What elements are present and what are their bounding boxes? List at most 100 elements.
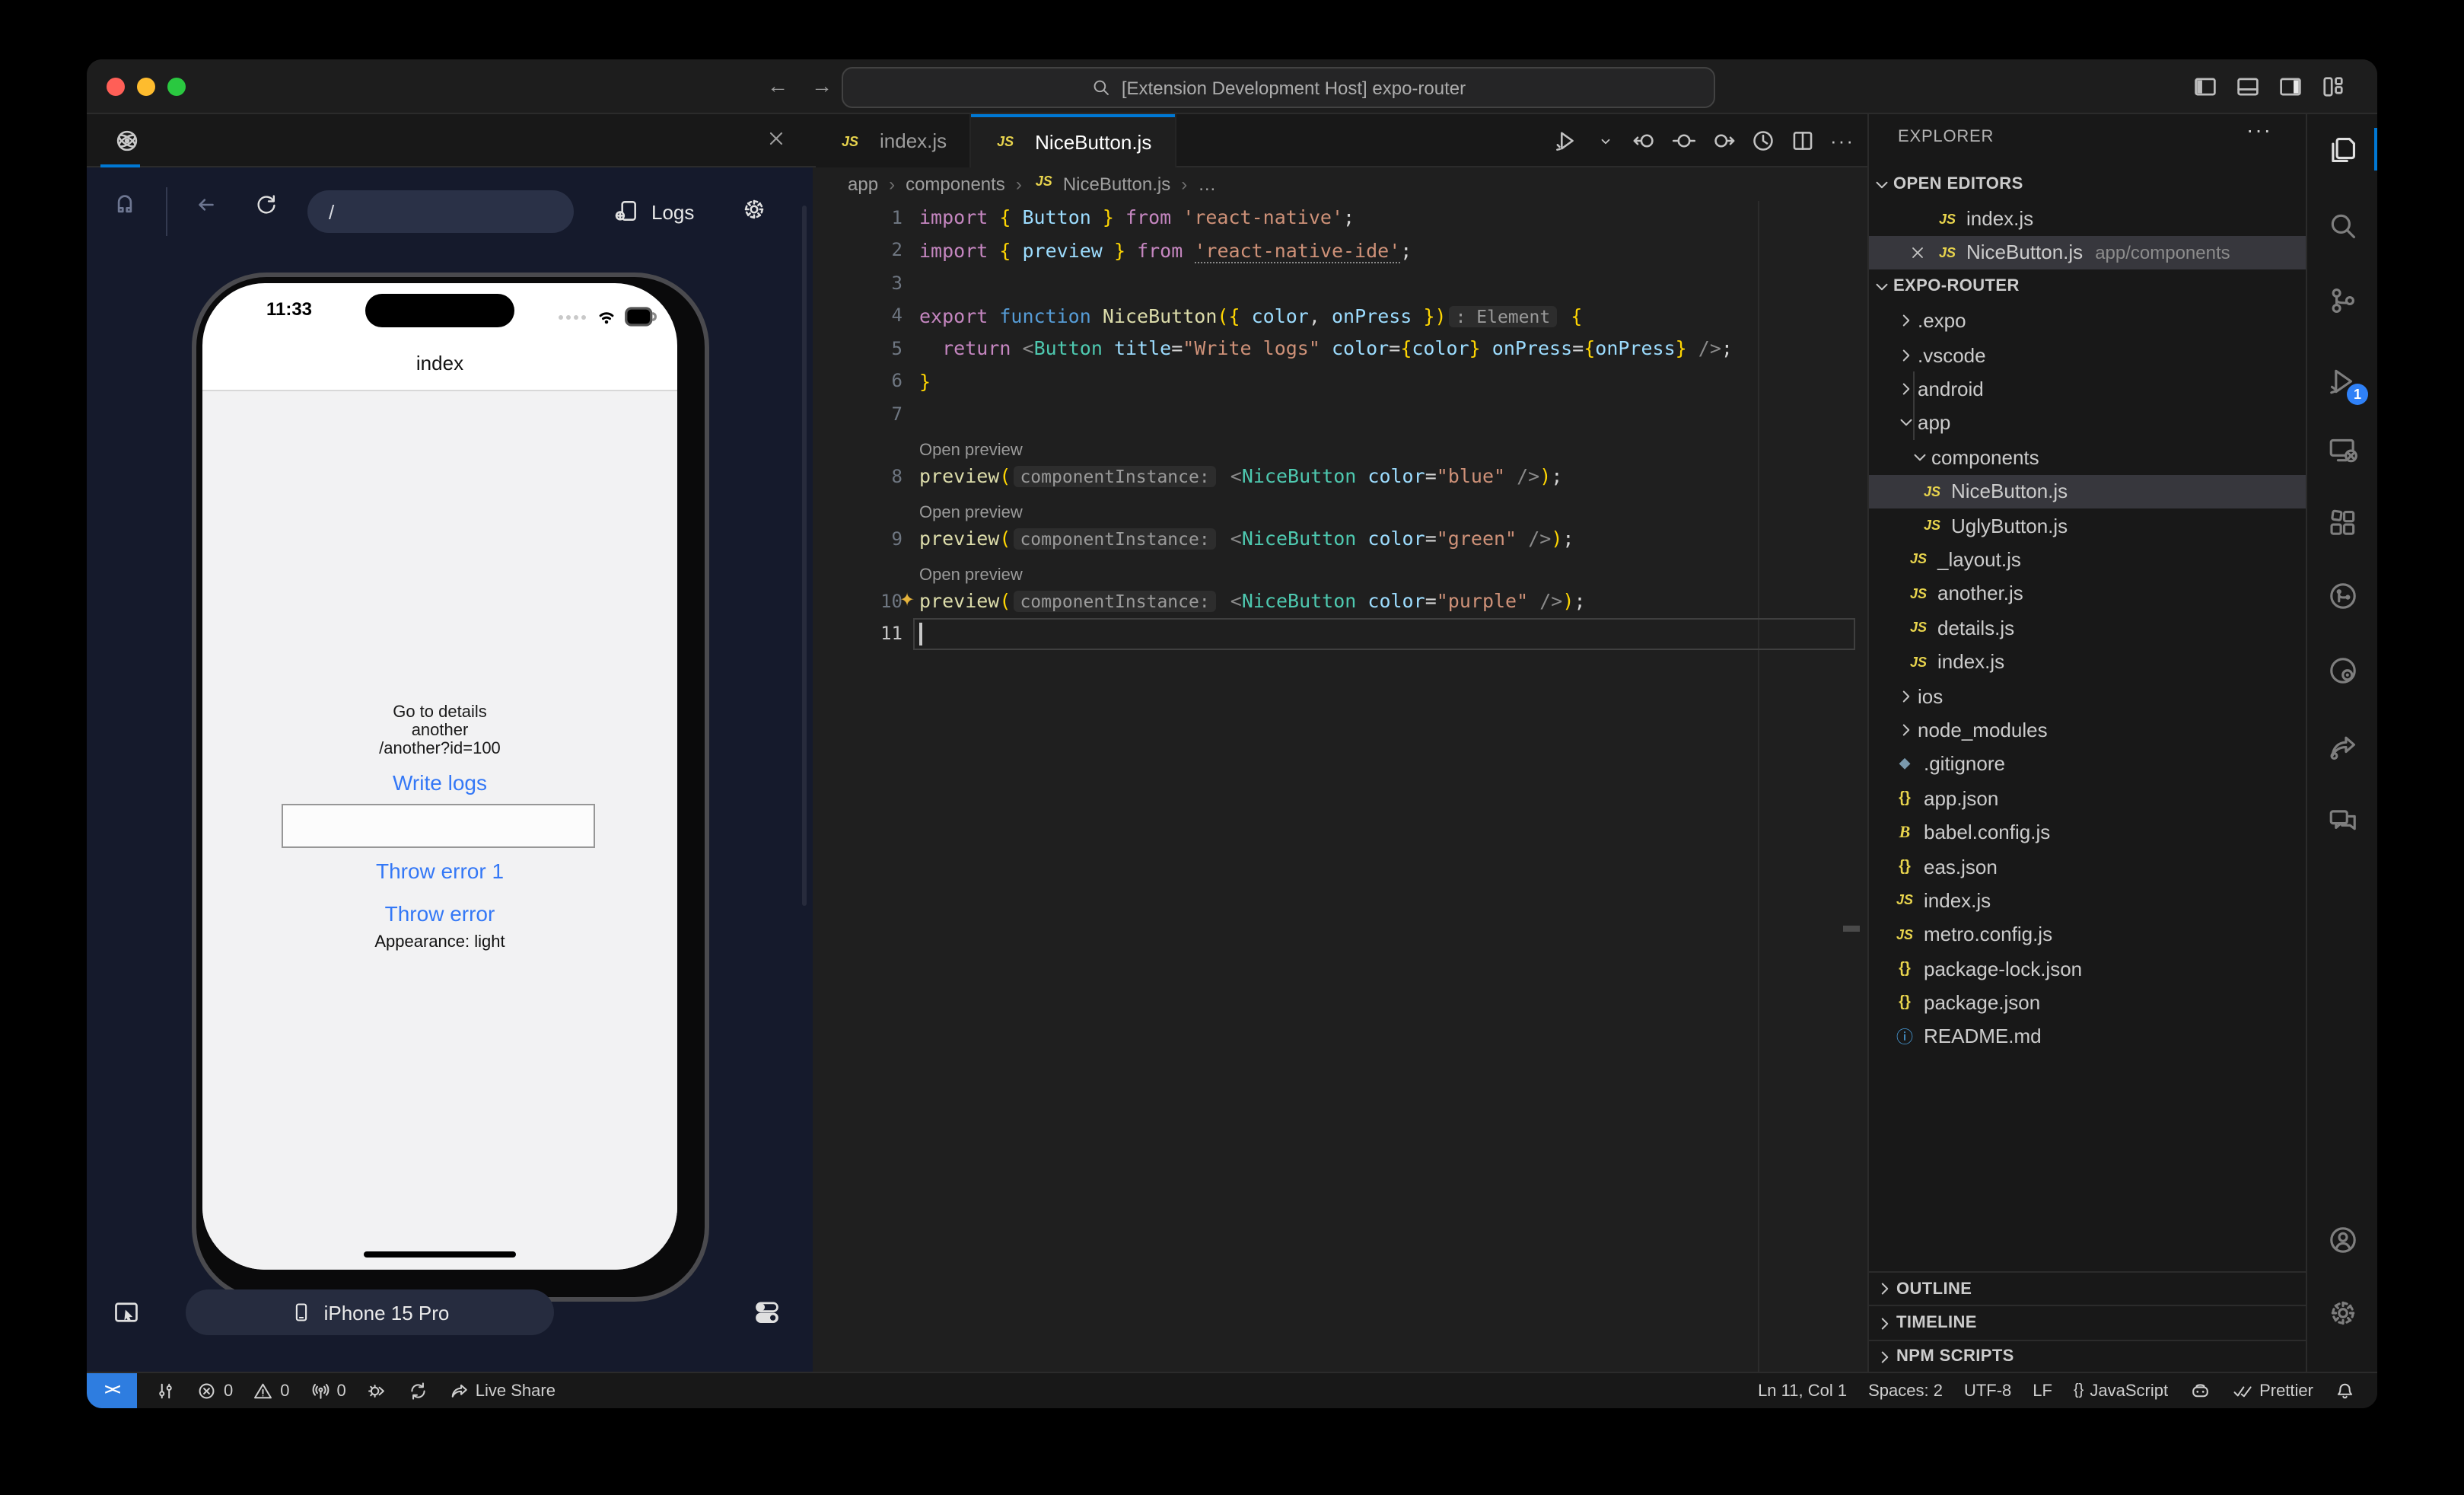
- tree-item-details.js[interactable]: JSdetails.js: [1869, 610, 2306, 645]
- ln-11-col-1[interactable]: Ln 11, Col 1: [1758, 1382, 1847, 1400]
- codelens-open-preview[interactable]: Open preview: [814, 430, 1867, 460]
- sparkle-code-action-icon[interactable]: ✦: [899, 589, 915, 610]
- circle-arrow-right-icon[interactable]: [1711, 128, 1737, 154]
- layout-grid-icon[interactable]: [2319, 73, 2347, 100]
- history-forward-icon[interactable]: →: [811, 73, 832, 97]
- codelens-open-preview[interactable]: Open preview: [814, 492, 1867, 522]
- sidebar-more-icon[interactable]: ···: [2246, 117, 2272, 142]
- run-debug-play-icon[interactable]: [1552, 128, 1578, 154]
- close-window-button[interactable]: [107, 78, 125, 96]
- tree-item-package.json[interactable]: {}package.json: [1869, 986, 2306, 1020]
- run-and-debug-icon[interactable]: 1: [2324, 362, 2361, 399]
- tree-item-package-lock.json[interactable]: {}package-lock.json: [1869, 952, 2306, 986]
- logs-button[interactable]: Logs: [613, 190, 694, 233]
- source-control-icon[interactable]: [2324, 282, 2361, 318]
- device-toggles-icon[interactable]: [753, 1299, 781, 1326]
- tree-item-index.js[interactable]: JSindex.js: [1869, 645, 2306, 679]
- braces-status[interactable]: {}JavaScript: [2074, 1382, 2168, 1400]
- route-url-input[interactable]: /: [307, 190, 574, 233]
- copilot-status[interactable]: [2189, 1380, 2211, 1401]
- radon-circle-branch-icon[interactable]: [2324, 577, 2361, 614]
- breadcrumb-item[interactable]: …: [1198, 174, 1216, 195]
- close-icon[interactable]: [1905, 244, 1930, 262]
- section-outline[interactable]: OUTLINE: [1869, 1271, 2306, 1305]
- search-icon[interactable]: [2324, 207, 2361, 244]
- tree-item-app.json[interactable]: {}app.json: [1869, 781, 2306, 815]
- double-check-status[interactable]: Prettier: [2232, 1380, 2313, 1401]
- code-line-11[interactable]: 11: [814, 617, 1867, 650]
- tree-item-UglyButton.js[interactable]: JSUglyButton.js: [1869, 508, 2306, 543]
- minimize-window-button[interactable]: [137, 78, 155, 96]
- tab-index.js[interactable]: JSindex.js: [816, 114, 971, 167]
- tree-item-eas.json[interactable]: {}eas.json: [1869, 850, 2306, 884]
- magnet-icon[interactable]: [111, 192, 138, 219]
- tree-item-android[interactable]: android: [1869, 372, 2306, 406]
- radon-circle-preview-icon[interactable]: [2324, 652, 2361, 688]
- live-share-icon[interactable]: [2324, 728, 2361, 764]
- throw-error-1-link[interactable]: Throw error 1: [202, 859, 677, 883]
- more-ellipsis-icon[interactable]: ···: [1829, 128, 1855, 154]
- tune-status[interactable]: [155, 1380, 177, 1401]
- panel-close-icon[interactable]: [766, 128, 790, 152]
- breadcrumb-item[interactable]: JSNiceButton.js: [1033, 174, 1170, 195]
- section-npm-scripts[interactable]: NPM SCRIPTS: [1869, 1340, 2306, 1374]
- lf[interactable]: LF: [2033, 1382, 2052, 1400]
- section-timeline[interactable]: TIMELINE: [1869, 1305, 2306, 1340]
- command-center-search[interactable]: [Extension Development Host] expo-router: [842, 67, 1715, 108]
- breadcrumb-item[interactable]: app: [848, 174, 878, 195]
- live-share-arrow-status[interactable]: Live Share: [448, 1380, 556, 1401]
- debug-bug-status[interactable]: [366, 1380, 387, 1401]
- webview-panel-tab[interactable]: [87, 114, 166, 167]
- phone-text-input[interactable]: [282, 804, 595, 848]
- code-line-7[interactable]: 7: [814, 397, 1867, 430]
- code-line-3[interactable]: 3: [814, 266, 1867, 299]
- settings-gear-icon[interactable]: [2324, 1294, 2361, 1331]
- circle-dash-icon[interactable]: [1671, 128, 1697, 154]
- layout-sidebar-left-icon[interactable]: [2192, 73, 2219, 100]
- explorer-files-icon[interactable]: [2324, 131, 2361, 167]
- codelens-open-preview[interactable]: Open preview: [814, 555, 1867, 585]
- throw-error-link[interactable]: Throw error: [202, 901, 677, 926]
- history-icon[interactable]: [1750, 128, 1776, 154]
- breadcrumb-item[interactable]: components: [906, 174, 1005, 195]
- tree-item-.gitignore[interactable]: ◆.gitignore: [1869, 747, 2306, 781]
- tab-NiceButton.js[interactable]: JSNiceButton.js: [971, 114, 1176, 169]
- account-icon[interactable]: [2324, 1221, 2361, 1258]
- tree-item-index.js[interactable]: JSindex.js: [1869, 883, 2306, 917]
- tree-item-ios[interactable]: ios: [1869, 679, 2306, 713]
- tree-item-app[interactable]: app: [1869, 406, 2306, 440]
- open-editor-NiceButton.js[interactable]: JSNiceButton.jsapp/components: [1869, 236, 2306, 270]
- remote-indicator[interactable]: ><: [87, 1373, 137, 1408]
- write-logs-link[interactable]: Write logs: [202, 770, 677, 795]
- panel-scrollbar[interactable]: [802, 206, 807, 906]
- tree-item-components[interactable]: components: [1869, 440, 2306, 474]
- tree-item-.vscode[interactable]: .vscode: [1869, 338, 2306, 372]
- code-line-8[interactable]: 8preview(componentInstance: <NiceButton …: [814, 460, 1867, 492]
- tree-item-metro.config.js[interactable]: JSmetro.config.js: [1869, 917, 2306, 952]
- code-line-4[interactable]: 4export function NiceButton({ color, onP…: [814, 299, 1867, 332]
- utf-8[interactable]: UTF-8: [1964, 1382, 2011, 1400]
- device-selector[interactable]: iPhone 15 Pro: [186, 1289, 554, 1335]
- code-line-5[interactable]: 5 return <Button title="Write logs" colo…: [814, 332, 1867, 365]
- project-section-header[interactable]: EXPO-ROUTER: [1869, 269, 2306, 304]
- split-editor-icon[interactable]: [1790, 128, 1816, 154]
- code-area[interactable]: 1import { Button } from 'react-native';2…: [814, 201, 1867, 650]
- open-editors-header[interactable]: OPEN EDITORS: [1869, 167, 2306, 202]
- layout-sidebar-right-icon[interactable]: [2277, 73, 2304, 100]
- devices-remote-icon[interactable]: [2324, 431, 2361, 467]
- inspect-cursor-icon[interactable]: [113, 1299, 140, 1326]
- spaces-2[interactable]: Spaces: 2: [1868, 1382, 1943, 1400]
- open-editor-index.js[interactable]: JSindex.js: [1869, 202, 2306, 236]
- code-line-6[interactable]: 6}: [814, 365, 1867, 397]
- broadcast-tower-status[interactable]: 0: [310, 1380, 346, 1401]
- code-line-9[interactable]: 9preview(componentInstance: <NiceButton …: [814, 522, 1867, 555]
- tree-item-NiceButton.js[interactable]: JSNiceButton.js: [1869, 474, 2306, 508]
- tree-item-README.md[interactable]: ⓘREADME.md: [1869, 1020, 2306, 1054]
- tree-item-.expo[interactable]: .expo: [1869, 304, 2306, 338]
- circle-arrow-left-icon[interactable]: [1632, 128, 1657, 154]
- reload-icon[interactable]: [254, 192, 282, 219]
- history-back-icon[interactable]: ←: [767, 73, 788, 97]
- tree-item-node_modules[interactable]: node_modules: [1869, 713, 2306, 748]
- tree-item-_layout.js[interactable]: JS_layout.js: [1869, 543, 2306, 577]
- error-circle-status[interactable]: 0: [196, 1380, 233, 1401]
